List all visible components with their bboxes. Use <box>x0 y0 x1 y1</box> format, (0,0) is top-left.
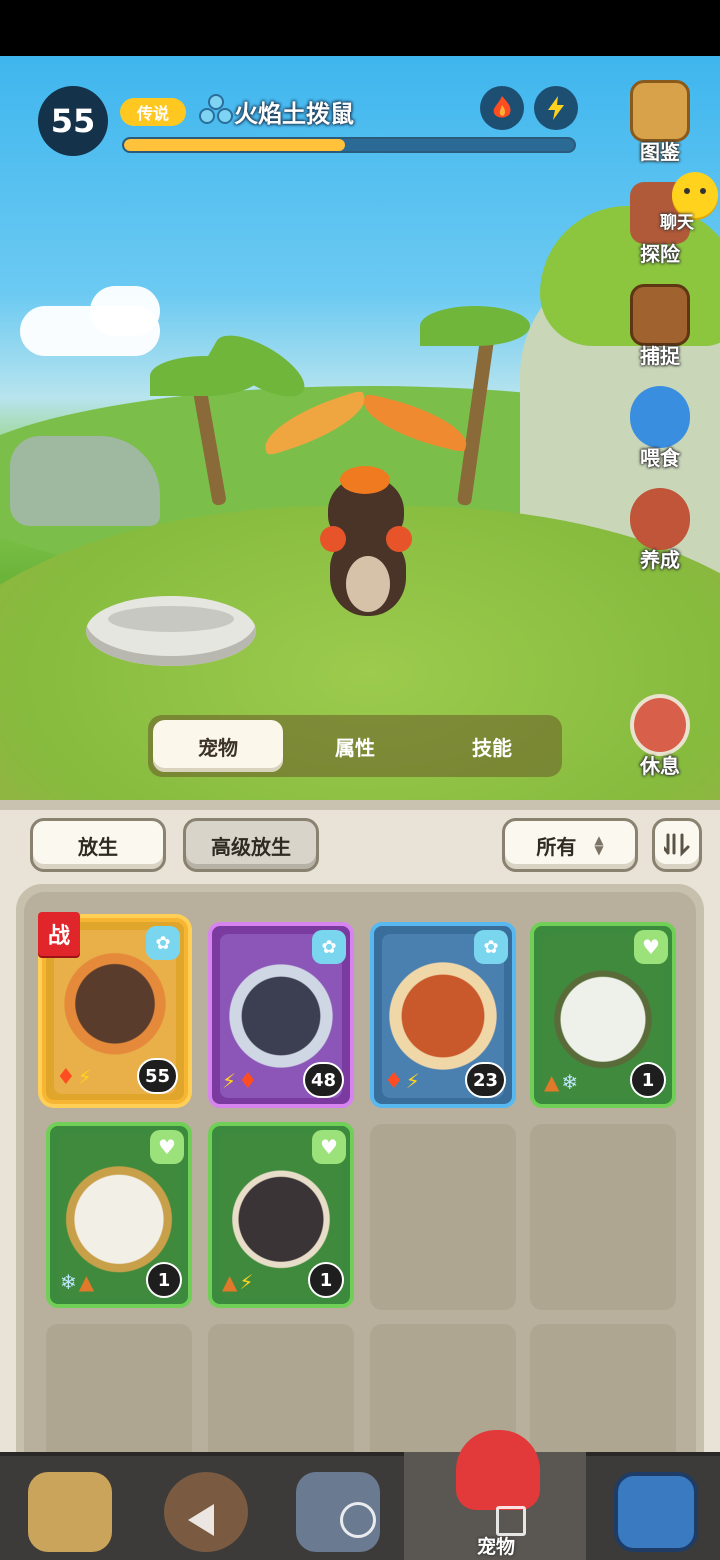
rest-button[interactable]: 休息 <box>624 694 696 784</box>
element-cyan-icon: ✿ <box>474 930 508 964</box>
feed-icon <box>630 386 690 448</box>
feed-label: 喂食 <box>640 446 680 470</box>
pet-crest <box>340 466 390 494</box>
pet-model[interactable] <box>257 389 473 636</box>
nav-shop[interactable] <box>600 1466 710 1558</box>
filter-dropdown[interactable]: 所有 ▲ ▼ <box>502 818 638 872</box>
ice-icon: ❄ <box>561 1070 579 1094</box>
battle-badge: 战 <box>38 912 80 956</box>
pet-level: 23 <box>464 1062 506 1098</box>
tab-attributes[interactable]: 属性 <box>290 720 420 772</box>
shop-icon <box>614 1472 698 1552</box>
sort-icon <box>664 833 690 857</box>
pet-level: 1 <box>308 1262 344 1298</box>
pet-types: ♦ ⚡ <box>384 1069 420 1094</box>
advanced-release-button[interactable]: 高级放生 <box>183 818 319 872</box>
fire-icon <box>493 96 511 118</box>
feed-button[interactable]: 喂食 <box>624 386 696 476</box>
cloud <box>90 286 160 336</box>
release-button[interactable]: 放生 <box>30 818 166 872</box>
system-back-button[interactable] <box>188 1504 214 1536</box>
fire-icon: ♦ <box>384 1069 404 1094</box>
pet-belly <box>346 556 390 612</box>
explore-label: 探险 <box>640 242 680 266</box>
lightning-icon <box>548 96 564 120</box>
xp-bar-fill <box>124 139 345 151</box>
pet-icon <box>456 1430 540 1510</box>
fire-type-chip[interactable] <box>480 86 524 130</box>
nav-equipment[interactable] <box>282 1466 392 1558</box>
capture-button[interactable]: 捕捉 <box>624 284 696 374</box>
empty-slot <box>370 1124 516 1310</box>
lightning-icon: ⚡ <box>222 1069 237 1093</box>
fire-icon: ♦ <box>56 1065 76 1090</box>
pet-card[interactable]: ♥ ❄ ▲ 1 <box>46 1122 192 1308</box>
pet-card[interactable]: ♥ ▲ ❄ 1 <box>530 922 676 1108</box>
heart-plus-icon: ♥ <box>150 1130 184 1164</box>
pet-level: 1 <box>630 1062 666 1098</box>
lightning-icon: ⚡ <box>405 1069 420 1093</box>
heart-plus-icon: ♥ <box>312 1130 346 1164</box>
camp-icon <box>28 1472 112 1552</box>
pet-cheek <box>386 526 412 552</box>
codex-button[interactable]: 图鉴 <box>624 80 696 170</box>
map-book-icon <box>630 80 690 142</box>
rarity-tag: 传说 <box>120 98 186 126</box>
boulder <box>10 436 160 526</box>
lightning-icon: ⚡ <box>239 1270 254 1294</box>
nav-pet-label[interactable]: 宠物 <box>448 1532 544 1559</box>
tab-pet[interactable]: 宠物 <box>153 720 283 772</box>
detail-tabs: 宠物 属性 技能 <box>148 715 562 777</box>
stone-bowl <box>86 596 256 666</box>
capture-label: 捕捉 <box>640 344 680 368</box>
pet-level: 48 <box>302 1062 344 1098</box>
pet-cheek <box>320 526 346 552</box>
system-recents-button[interactable] <box>496 1506 526 1536</box>
ground-icon: ▲ <box>78 1270 95 1294</box>
palm-leaf <box>420 306 530 346</box>
empty-slot <box>530 1124 676 1310</box>
tab-skills[interactable]: 技能 <box>427 720 557 772</box>
pet-types: ❄ ▲ <box>60 1270 94 1294</box>
pet-card[interactable]: ✿ ⚡ ♦ 48 <box>208 922 354 1108</box>
panel-edge <box>0 800 720 810</box>
element-cyan-icon: ✿ <box>312 930 346 964</box>
nav-camp[interactable] <box>14 1466 124 1558</box>
pet-types: ♦ ⚡ <box>56 1065 92 1090</box>
cage-icon <box>630 284 690 346</box>
ground-icon: ▲ <box>544 1070 560 1094</box>
ground-icon: ▲ <box>222 1270 238 1294</box>
pet-card[interactable]: ✿ ♦ ⚡ 23 <box>370 922 516 1108</box>
pet-card[interactable]: ♥ ▲ ⚡ 1 <box>208 1122 354 1308</box>
codex-label: 图鉴 <box>640 140 680 164</box>
pet-name: 火焰土拨鼠 <box>234 100 354 128</box>
pet-types: ▲ ⚡ <box>222 1270 253 1294</box>
heart-plus-icon: ♥ <box>634 930 668 964</box>
chat-label[interactable]: 聊天 <box>660 208 694 233</box>
xp-bar <box>122 137 576 153</box>
pet-scene <box>0 56 720 800</box>
pet-level: 55 <box>136 1058 178 1094</box>
pet-level: 1 <box>146 1262 182 1298</box>
element-cyan-icon: ✿ <box>146 926 180 960</box>
status-bar <box>0 0 720 56</box>
rest-label: 休息 <box>640 754 680 778</box>
pet-level-badge: 55 <box>38 86 108 156</box>
system-home-button[interactable] <box>340 1502 376 1538</box>
sleep-icon <box>630 694 690 756</box>
train-icon <box>630 488 690 550</box>
ice-icon: ❄ <box>60 1270 77 1294</box>
lightning-icon: ⚡ <box>77 1065 92 1089</box>
pet-types: ⚡ ♦ <box>222 1069 258 1094</box>
element-cyan-icon <box>199 94 233 124</box>
filter-value: 所有 <box>536 834 577 859</box>
pet-types: ▲ ❄ <box>544 1070 578 1094</box>
lightning-type-chip[interactable] <box>534 86 578 130</box>
chevron-updown-icon: ▲ ▼ <box>594 833 604 857</box>
sort-button[interactable] <box>652 818 702 872</box>
nav-pet[interactable] <box>442 1424 552 1516</box>
train-label: 养成 <box>640 548 680 572</box>
train-button[interactable]: 养成 <box>624 488 696 578</box>
fire-icon: ♦ <box>238 1069 258 1094</box>
